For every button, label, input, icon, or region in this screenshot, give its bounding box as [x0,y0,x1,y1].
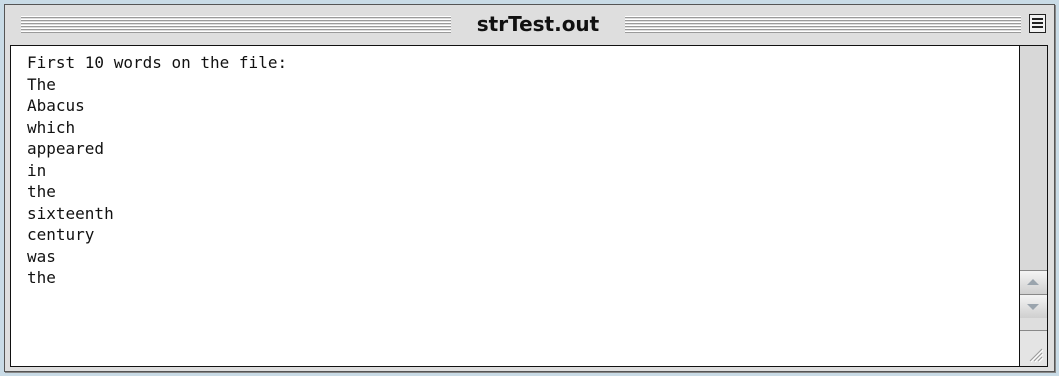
output-line: century [27,225,95,244]
output-line: was [27,246,56,266]
output-line: the [27,182,56,201]
output-line: which [27,117,76,137]
zoom-box-icon[interactable] [1029,14,1046,33]
scroll-track[interactable] [1020,46,1047,270]
output-line: The [27,74,56,94]
output-line: appeared [27,139,105,158]
scroll-up-arrow-icon[interactable] [1020,270,1047,294]
title-bar[interactable]: strTest.out [11,9,1048,39]
title-stripes-left [21,16,451,33]
title-stripes-right [625,16,1021,33]
output-line: First 10 words on the file: [27,53,288,72]
terminal-window: strTest.out First 10 words on the file: … [4,4,1055,372]
output-line: in [27,160,47,180]
resize-grip-icon[interactable] [1020,330,1047,366]
window-title: strTest.out [451,11,625,37]
vertical-scrollbar[interactable] [1020,45,1048,367]
output-line: sixteenth [27,203,114,223]
scroll-down-arrow-icon[interactable] [1020,294,1047,318]
output-line: the [27,268,56,287]
output-line: Abacus [27,96,85,115]
output-text-area[interactable]: First 10 words on the file: The Abacus w… [10,45,1020,367]
